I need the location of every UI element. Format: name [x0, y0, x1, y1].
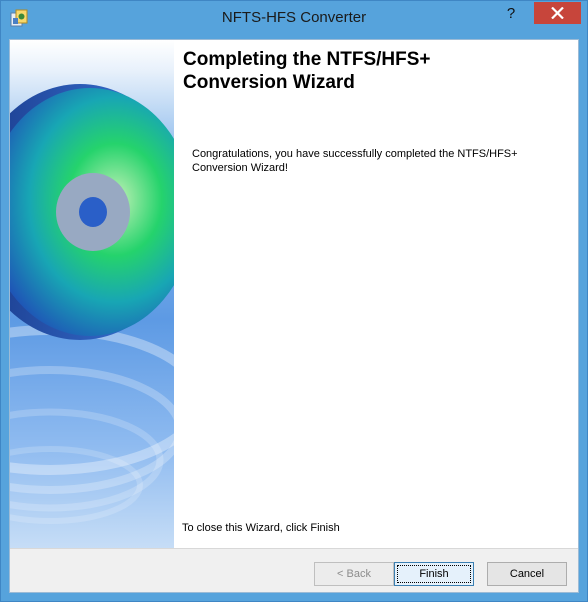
- wizard-banner: [10, 40, 174, 548]
- cancel-button[interactable]: Cancel: [487, 562, 567, 586]
- wizard-panel: Completing the NTFS/HFS+ Conversion Wiza…: [9, 39, 579, 593]
- wizard-content: Completing the NTFS/HFS+ Conversion Wiza…: [174, 40, 578, 548]
- help-button[interactable]: ?: [497, 5, 525, 25]
- page-title: Completing the NTFS/HFS+ Conversion Wiza…: [183, 48, 563, 94]
- close-icon: [551, 7, 564, 19]
- finish-button[interactable]: Finish: [394, 562, 474, 586]
- button-bar: < Back Finish Cancel: [10, 548, 578, 592]
- completion-message: Congratulations, you have successfully c…: [192, 148, 518, 174]
- page-title-line2: Conversion Wizard: [183, 72, 355, 93]
- cd-disc-illustration: [10, 40, 174, 548]
- close-hint-text: To close this Wizard, click Finish: [182, 522, 340, 534]
- page-title-line1: Completing the NTFS/HFS+: [183, 49, 431, 70]
- converter-window: NFTS-HFS Converter ? Completing the NTFS…: [0, 0, 588, 602]
- title-bar[interactable]: NFTS-HFS Converter ?: [1, 1, 587, 37]
- close-button[interactable]: [534, 2, 581, 24]
- back-button[interactable]: < Back: [314, 562, 394, 586]
